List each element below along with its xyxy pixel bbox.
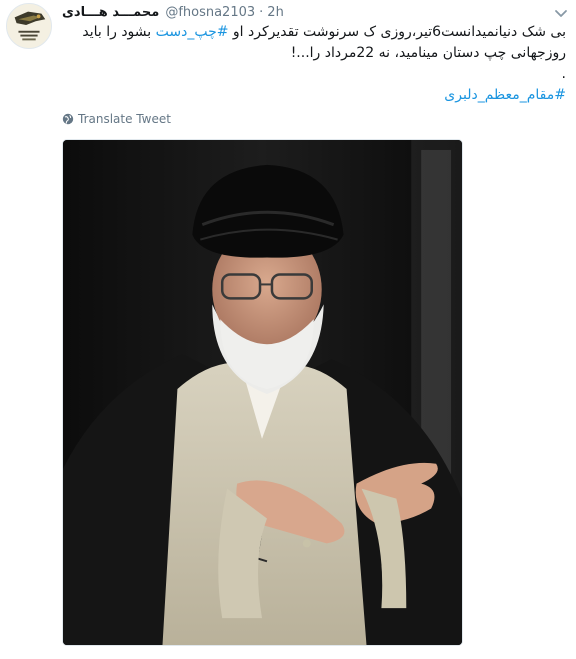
tweet-text: بی شک دنیانمیدانست6تیر،روزی ک سرنوشت تقد… [62, 22, 566, 106]
hashtag-line: #مقام_معظم_دلبری [62, 85, 566, 106]
tweet-header: محمـــد هـــادی @fhosna2103 · 2h [62, 3, 546, 21]
tweet-text-segment: بی شک دنیانمیدانست6تیر،روزی ک سرنوشت تقد… [228, 24, 566, 40]
tweet-timestamp[interactable]: 2h [267, 5, 284, 20]
hashtag-link[interactable]: #چپ_دست [156, 24, 229, 40]
translate-tweet-label: Translate Tweet [78, 112, 171, 126]
tweet-text-line-2: روزجهانی چپ دستان مینامید، نه 22مرداد را… [290, 45, 566, 61]
display-name[interactable]: محمـــد هـــادی [62, 5, 159, 20]
hashtag-link[interactable]: #مقام_معظم_دلبری [444, 87, 566, 103]
translate-tweet-link[interactable]: Translate Tweet [62, 112, 171, 126]
avatar[interactable] [6, 3, 52, 49]
tweet-text-line-3: . [561, 66, 566, 82]
globe-icon [62, 113, 74, 125]
chevron-down-icon[interactable] [554, 6, 568, 20]
user-handle[interactable]: @fhosna2103 [165, 5, 255, 20]
tweet-text-segment: بشود را باید [82, 24, 156, 40]
tweet-photo[interactable] [62, 139, 463, 646]
tweet-text-line-1: بی شک دنیانمیدانست6تیر،روزی ک سرنوشت تقد… [62, 22, 566, 43]
header-separator: · [259, 4, 264, 20]
